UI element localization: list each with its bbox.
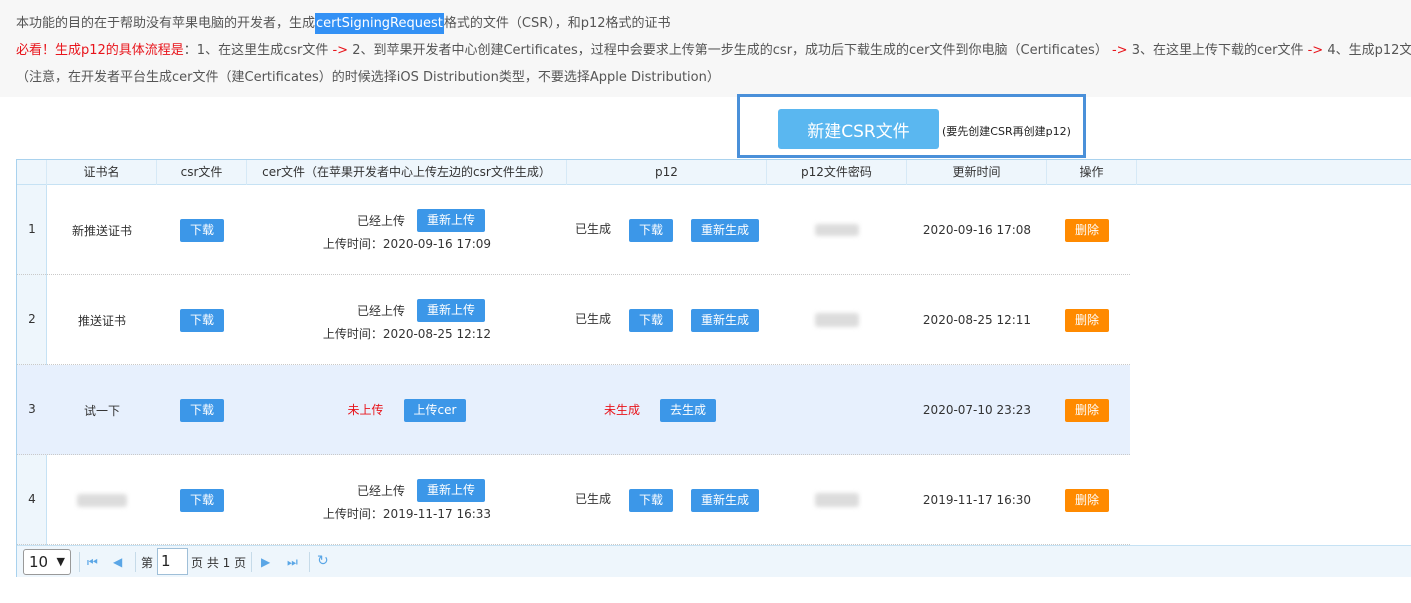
update-time: 2020-07-10 23:23: [922, 403, 1032, 417]
update-time: 2019-11-17 16:30: [922, 493, 1032, 507]
reupload-button[interactable]: 重新上传: [417, 208, 486, 232]
table-row[interactable]: 4 下载 已经上传 重新上传 上传时间：2019-11-17 16:33 已生成…: [17, 455, 1130, 545]
p12-status: 已生成: [574, 491, 611, 506]
p12-status: 已生成: [574, 221, 611, 236]
header-cer[interactable]: cer文件（在苹果开发者中心上传左边的csr文件生成）: [247, 160, 567, 185]
intro-line-3: （注意，在开发者平台生成cer文件（建Certificates）的时候选择iOS…: [16, 70, 720, 85]
cert-name: 新推送证书: [71, 223, 132, 238]
update-time: 2020-09-16 17:08: [922, 223, 1032, 237]
new-csr-button[interactable]: 新建CSR文件: [778, 109, 939, 149]
page-number-input[interactable]: 1: [157, 548, 188, 575]
cer-upload-time: 上传时间：2019-11-17 16:33: [322, 506, 492, 521]
regenerate-button[interactable]: 重新生成: [691, 308, 760, 332]
row-number: 2: [28, 312, 36, 326]
table-row[interactable]: 1 新推送证书 下载 已经上传 重新上传 上传时间：2020-09-16 17:…: [17, 185, 1130, 275]
csr-download-button[interactable]: 下载: [179, 218, 224, 242]
chevron-down-icon: ▼: [56, 555, 65, 568]
must-read-label: 必看！生成p12的具体流程是: [16, 43, 184, 58]
certificate-table: 证书名 csr文件 cer文件（在苹果开发者中心上传左边的csr文件生成） p1…: [16, 159, 1411, 577]
cert-name: 试一下: [83, 403, 120, 418]
password-masked: [815, 313, 859, 327]
separator: [135, 552, 136, 572]
cer-status: 已经上传: [356, 303, 405, 318]
arrow: ->: [1107, 43, 1132, 58]
cer-upload-time: 上传时间：2020-09-16 17:09: [322, 236, 492, 251]
step-3-text: 3、在这里上传下载的cer文件: [1131, 43, 1304, 58]
csr-note: (要先创建CSR再创建p12): [942, 125, 1071, 138]
separator: [251, 552, 252, 572]
row-number: 1: [28, 222, 36, 236]
intro-panel: 本功能的目的在于帮助没有苹果电脑的开发者，生成certSigningReques…: [0, 0, 1411, 97]
update-time: 2020-08-25 12:11: [922, 313, 1032, 327]
delete-button[interactable]: 删除: [1064, 398, 1109, 422]
row-number: 3: [28, 402, 36, 416]
p12-download-button[interactable]: 下载: [628, 218, 673, 242]
reupload-button[interactable]: 重新上传: [417, 478, 486, 502]
new-csr-box: 新建CSR文件 (要先创建CSR再创建p12): [737, 94, 1086, 158]
header-name[interactable]: 证书名: [47, 160, 157, 185]
header-p12[interactable]: p12: [567, 160, 767, 185]
header-csr[interactable]: csr文件: [157, 160, 247, 185]
csr-download-button[interactable]: 下载: [179, 488, 224, 512]
delete-button[interactable]: 删除: [1064, 488, 1109, 512]
cer-status: 已经上传: [356, 213, 405, 228]
refresh-icon[interactable]: ↻: [317, 553, 329, 569]
generate-button[interactable]: 去生成: [660, 398, 717, 422]
table-row[interactable]: 3 试一下 下载 未上传 上传cer 未生成 去生成 2020-07-10 23…: [17, 365, 1130, 455]
cert-name-masked: [77, 493, 127, 507]
page-size-value: 10: [29, 553, 49, 571]
selected-text: certSigningRequest: [315, 13, 444, 34]
p12-status: 未生成: [604, 402, 641, 417]
table-row[interactable]: 2 推送证书 下载 已经上传 重新上传 上传时间：2020-08-25 12:1…: [17, 275, 1130, 365]
page-size-select[interactable]: 10 ▼: [23, 549, 71, 575]
p12-download-button[interactable]: 下载: [628, 308, 673, 332]
header-rownum: [17, 160, 47, 185]
header-update-time[interactable]: 更新时间: [907, 160, 1047, 185]
intro-text: 格式的文件（CSR），和p12格式的证书: [443, 16, 671, 31]
first-page-icon[interactable]: ⏮: [87, 554, 98, 570]
header-p12-password[interactable]: p12文件密码: [767, 160, 907, 185]
cer-upload-time: 上传时间：2020-08-25 12:12: [322, 326, 492, 341]
password-masked: [815, 493, 859, 507]
intro-line-2: 必看！生成p12的具体流程是：1、在这里生成csr文件 -> 2、到苹果开发者中…: [16, 39, 1411, 58]
p12-download-button[interactable]: 下载: [628, 488, 673, 512]
delete-button[interactable]: 删除: [1064, 308, 1109, 332]
separator: [79, 552, 80, 572]
step-2-text: 2、到苹果开发者中心创建Certificates，过程中会要求上传第一步生成的c…: [352, 43, 1108, 58]
pagination-bar: 10 ▼ ⏮ ◀ 第 1 页 共 1 页 ▶ ⏭ ↻: [17, 545, 1411, 577]
prev-page-icon[interactable]: ◀: [113, 554, 122, 570]
regenerate-button[interactable]: 重新生成: [691, 488, 760, 512]
cer-status: 未上传: [347, 402, 384, 417]
csr-download-button[interactable]: 下载: [179, 308, 224, 332]
password-masked: [815, 224, 859, 236]
table-header: 证书名 csr文件 cer文件（在苹果开发者中心上传左边的csr文件生成） p1…: [17, 160, 1411, 185]
p12-status: 已生成: [574, 311, 611, 326]
intro-text: 本功能的目的在于帮助没有苹果电脑的开发者，生成: [16, 16, 316, 31]
arrow: ->: [328, 43, 353, 58]
separator: [309, 552, 310, 572]
regenerate-button[interactable]: 重新生成: [691, 218, 760, 242]
cert-name: 推送证书: [77, 313, 126, 328]
intro-line-1: 本功能的目的在于帮助没有苹果电脑的开发者，生成certSigningReques…: [16, 12, 671, 34]
last-page-icon[interactable]: ⏭: [287, 554, 298, 570]
step-1-text: ：1、在这里生成csr文件: [183, 43, 329, 58]
arrow: ->: [1303, 43, 1328, 58]
csr-download-button[interactable]: 下载: [179, 398, 224, 422]
reupload-button[interactable]: 重新上传: [417, 298, 486, 322]
cer-status: 已经上传: [356, 483, 405, 498]
step-4-text: 4、生成p12文件: [1327, 43, 1411, 58]
header-actions[interactable]: 操作: [1047, 160, 1137, 185]
row-number: 4: [28, 492, 36, 506]
delete-button[interactable]: 删除: [1064, 218, 1109, 242]
next-page-icon[interactable]: ▶: [261, 554, 270, 570]
upload-cer-button[interactable]: 上传cer: [403, 398, 467, 422]
page-total: 页 共 1 页: [191, 556, 247, 570]
page-prefix: 第: [141, 556, 154, 570]
